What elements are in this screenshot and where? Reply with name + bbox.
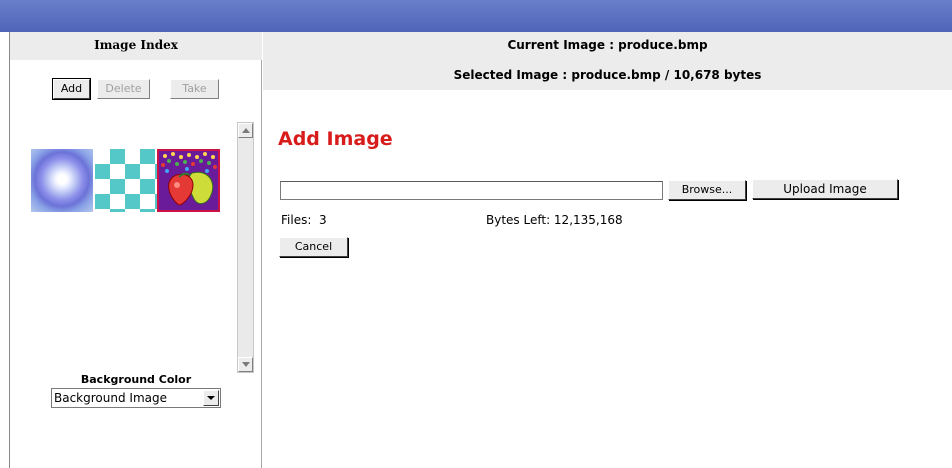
image-index-title: Image Index [10, 32, 262, 60]
background-select-value: Background Image [54, 391, 167, 405]
selected-image-text: Selected Image : produce.bmp / 10,678 by… [453, 68, 762, 82]
produce-image [159, 151, 218, 210]
page-title: Add Image [278, 128, 393, 150]
chevron-down-icon[interactable] [203, 390, 219, 406]
browse-button[interactable]: Browse... [668, 180, 746, 200]
scroll-down-icon[interactable] [238, 357, 253, 372]
background-color-select[interactable]: Background Image [51, 388, 221, 408]
add-button[interactable]: Add [52, 78, 91, 100]
scroll-up-icon[interactable] [238, 123, 253, 138]
produce-thumbnail[interactable] [157, 149, 220, 212]
top-banner [0, 0, 952, 32]
cancel-button[interactable]: Cancel [279, 237, 348, 257]
checker-thumbnail[interactable] [95, 149, 157, 212]
image-status-header: Current Image : produce.bmp Selected Ima… [263, 32, 952, 90]
thumbnail-scrollbar[interactable] [237, 122, 254, 373]
take-button[interactable]: Take [170, 79, 219, 99]
image-index-panel: Image Index Add Delete Take Background C… [9, 32, 262, 468]
upload-image-button[interactable]: Upload Image [752, 179, 898, 199]
delete-button[interactable]: Delete [97, 79, 150, 99]
bytes-left-text: Bytes Left: 12,135,168 [486, 213, 623, 227]
file-path-input[interactable] [280, 181, 663, 200]
background-color-label: Background Color [80, 373, 192, 386]
sun-thumbnail[interactable] [31, 149, 93, 212]
files-count-text: Files: 3 [281, 213, 327, 227]
current-image-text: Current Image : produce.bmp [507, 38, 708, 52]
